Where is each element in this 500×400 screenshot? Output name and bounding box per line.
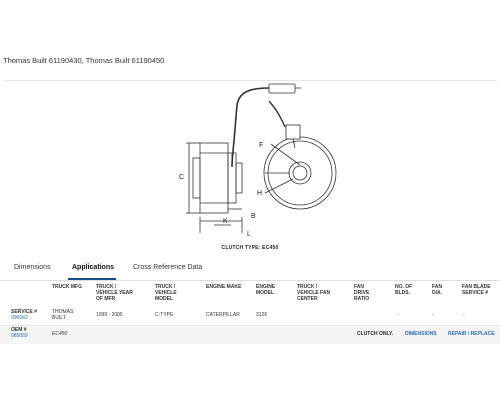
header-year: TRUCK / VEHICLE YEAR OF MFR — [96, 284, 133, 302]
tab-bar: Dimensions Applications Cross Reference … — [0, 258, 500, 281]
header-fan-blade-service: FAN BLADE SERVICE # — [462, 284, 491, 296]
service-number-link[interactable]: 996043 — [11, 315, 28, 321]
cell-no-blds: - — [397, 312, 399, 318]
diagram-caption: CLUTCH TYPE: EC450 — [221, 245, 279, 251]
header-no-blds: NO. OF BLDS. — [395, 284, 413, 296]
dim-label-l: L — [247, 231, 251, 238]
header-engine-make: ENGINE MAKE — [206, 284, 242, 290]
dim-label-h: H — [257, 190, 262, 197]
header-fan-dia: FAN DIA. — [432, 284, 442, 296]
dim-label-b: B — [251, 213, 256, 220]
cell-engine-make: CATERPILLAR — [206, 312, 240, 318]
page-title: Thomas Built 61190430, Thomas Built 6119… — [3, 56, 165, 65]
header-fan-drive-ratio: FAN DRIVE RATIO — [354, 284, 370, 302]
header-engine-model: ENGINE MODEL — [256, 284, 276, 296]
header-truck-mfg: TRUCK MFG — [52, 284, 82, 290]
cell-engine-model: 3126 — [256, 312, 268, 318]
clutch-only-label: CLUTCH ONLY. — [357, 331, 394, 337]
tab-cross-reference-data[interactable]: Cross Reference Data — [133, 264, 202, 271]
oem-number-link[interactable]: 985059 — [11, 333, 28, 339]
dim-label-k: K — [223, 218, 228, 225]
repair-replace-link[interactable]: REPAIR / REPLACE — [448, 331, 495, 337]
applications-table: TRUCK MFG TRUCK / VEHICLE YEAR OF MFR TR… — [0, 282, 500, 344]
cell-truck-mfg: THOMAS BUILT — [52, 309, 74, 321]
oem-clutch-type: EC450 — [52, 331, 68, 337]
cell-fan-dia: - — [432, 312, 434, 318]
tab-dimensions[interactable]: Dimensions — [14, 264, 51, 271]
oem-number-cell: OEM # 985059 — [11, 327, 28, 339]
active-tab-indicator — [68, 278, 116, 280]
dim-label-f: F — [259, 142, 263, 149]
cell-year: 1999 - 2005 — [96, 312, 123, 318]
dim-label-c: C — [179, 174, 184, 181]
clutch-diagram: C F H B K L — [179, 83, 337, 238]
cell-model: C-TYPE — [155, 312, 174, 318]
diagram-panel: C F H B K L CLUTCH TYPE: EC450 — [3, 80, 497, 257]
dimensions-link[interactable]: DIMENSIONS — [405, 331, 437, 337]
cell-fan-blade-service: - — [463, 312, 465, 318]
header-model: TRUCK / VEHICLE MODEL — [155, 284, 177, 302]
tab-applications[interactable]: Applications — [72, 264, 114, 271]
service-number-cell: SERVICE # 996043 — [11, 309, 37, 321]
header-fan-center: TRUCK / VEHICLE FAN CENTER — [297, 284, 331, 302]
